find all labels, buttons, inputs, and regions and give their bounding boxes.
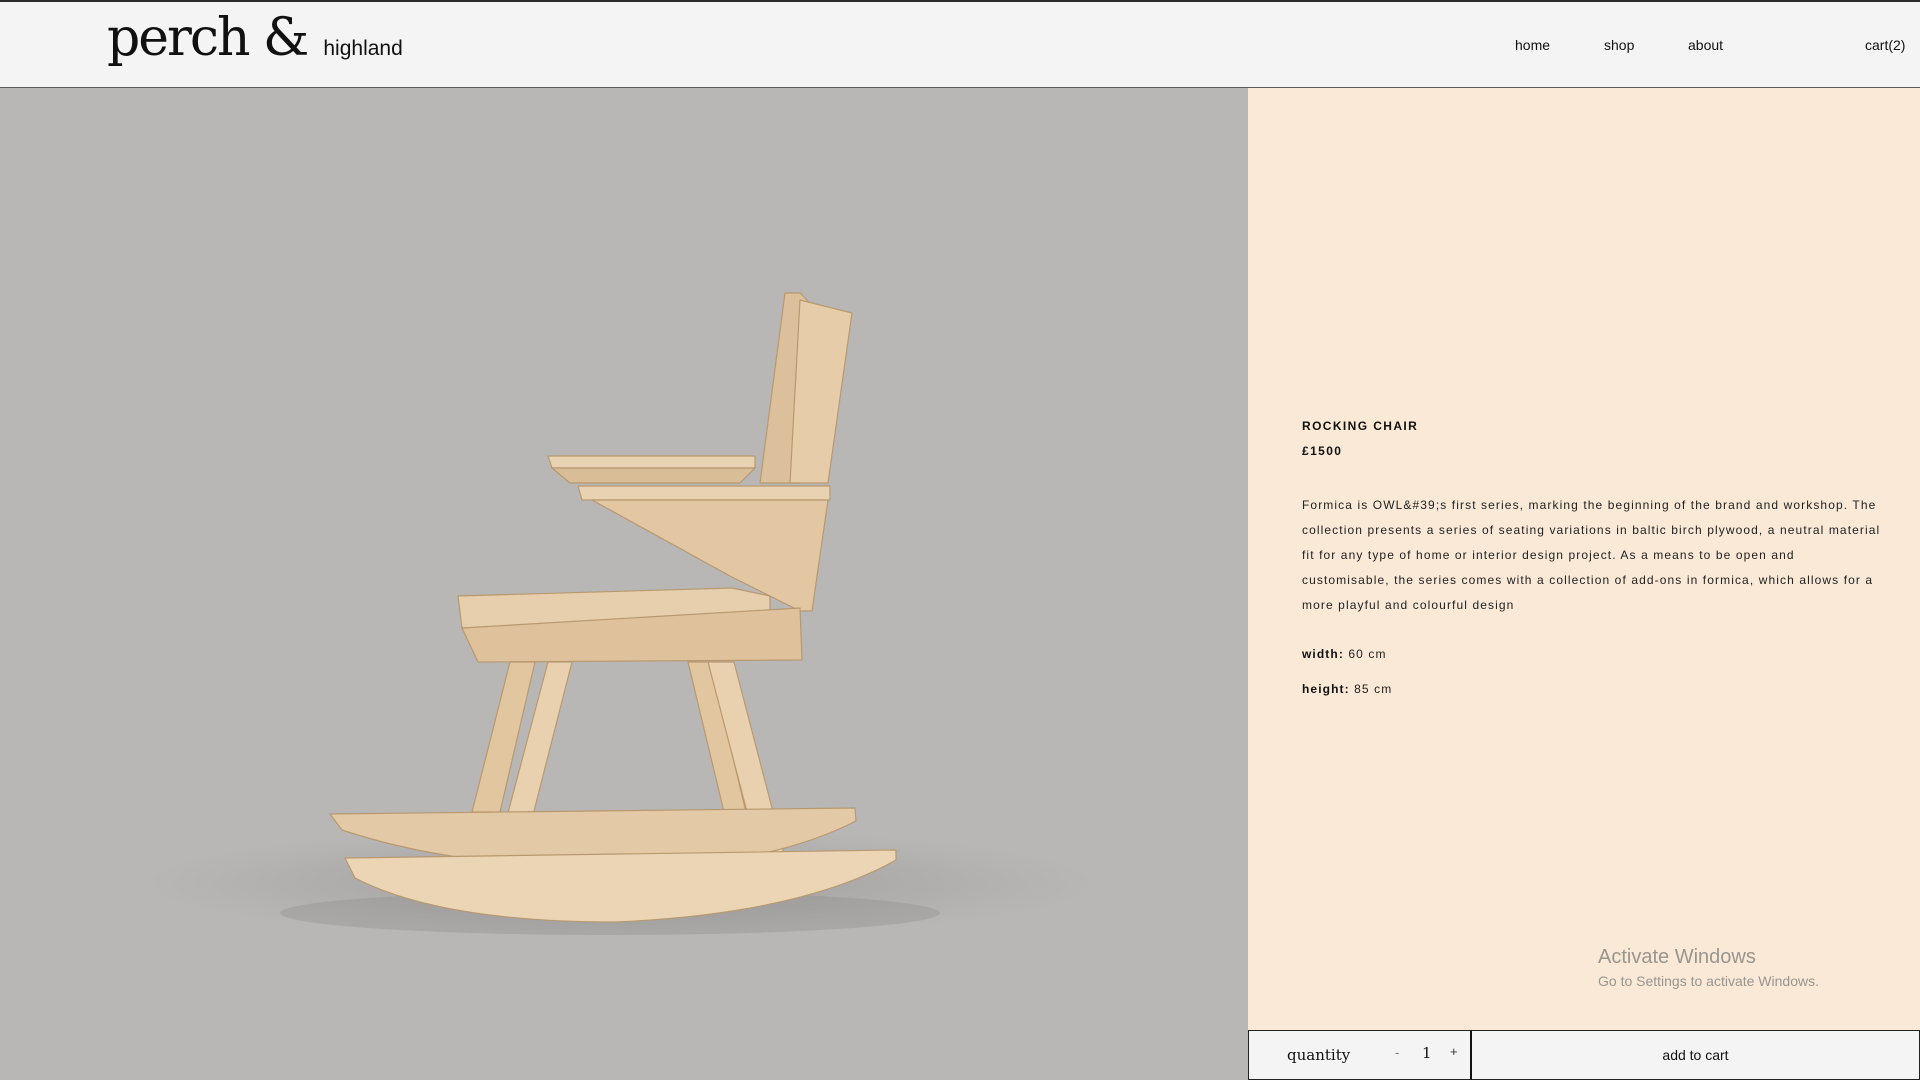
- site-logo[interactable]: perch & highland: [107, 8, 403, 68]
- nav-about-link[interactable]: about: [1688, 37, 1723, 53]
- activate-windows-title: Activate Windows: [1598, 946, 1756, 968]
- product-title: ROCKING CHAIR: [1302, 419, 1419, 433]
- nav-shop-link[interactable]: shop: [1604, 37, 1634, 53]
- product-price: £1500: [1302, 444, 1343, 458]
- logo-subtitle: highland: [323, 37, 403, 60]
- spec-height-label: height:: [1302, 682, 1350, 696]
- add-to-cart-button[interactable]: add to cart: [1472, 1030, 1920, 1080]
- site-header: perch & highland home shop about cart(2): [0, 0, 1920, 88]
- quantity-increment-button[interactable]: +: [1450, 1044, 1458, 1059]
- quantity-decrement-button[interactable]: -: [1395, 1045, 1399, 1060]
- product-description: Formica is OWL&#39;s first series, marki…: [1302, 498, 1881, 612]
- nav-home-link[interactable]: home: [1515, 37, 1550, 53]
- rocking-chair-image: [140, 292, 1100, 938]
- product-info-panel: ROCKING CHAIR £1500 Formica is OWL&#39;s…: [1248, 88, 1920, 1080]
- product-image-panel: [0, 88, 1248, 1080]
- activate-windows-subtitle: Go to Settings to activate Windows.: [1598, 973, 1819, 989]
- spec-width: width: 60 cm: [1302, 647, 1387, 661]
- purchase-bar: quantity - 1 + add to cart: [1248, 1030, 1920, 1080]
- quantity-stepper: quantity - 1 +: [1248, 1030, 1472, 1080]
- quantity-label: quantity: [1287, 1046, 1351, 1064]
- nav-cart-link[interactable]: cart(2): [1865, 37, 1905, 53]
- spec-width-value: 60 cm: [1348, 647, 1387, 661]
- logo-wordmark: perch &: [107, 8, 309, 68]
- spec-height: height: 85 cm: [1302, 682, 1392, 696]
- activate-windows-watermark: Activate Windows Go to Settings to activ…: [1598, 946, 1819, 989]
- spec-width-label: width:: [1302, 647, 1344, 661]
- spec-height-value: 85 cm: [1354, 682, 1393, 696]
- quantity-value[interactable]: 1: [1422, 1044, 1432, 1062]
